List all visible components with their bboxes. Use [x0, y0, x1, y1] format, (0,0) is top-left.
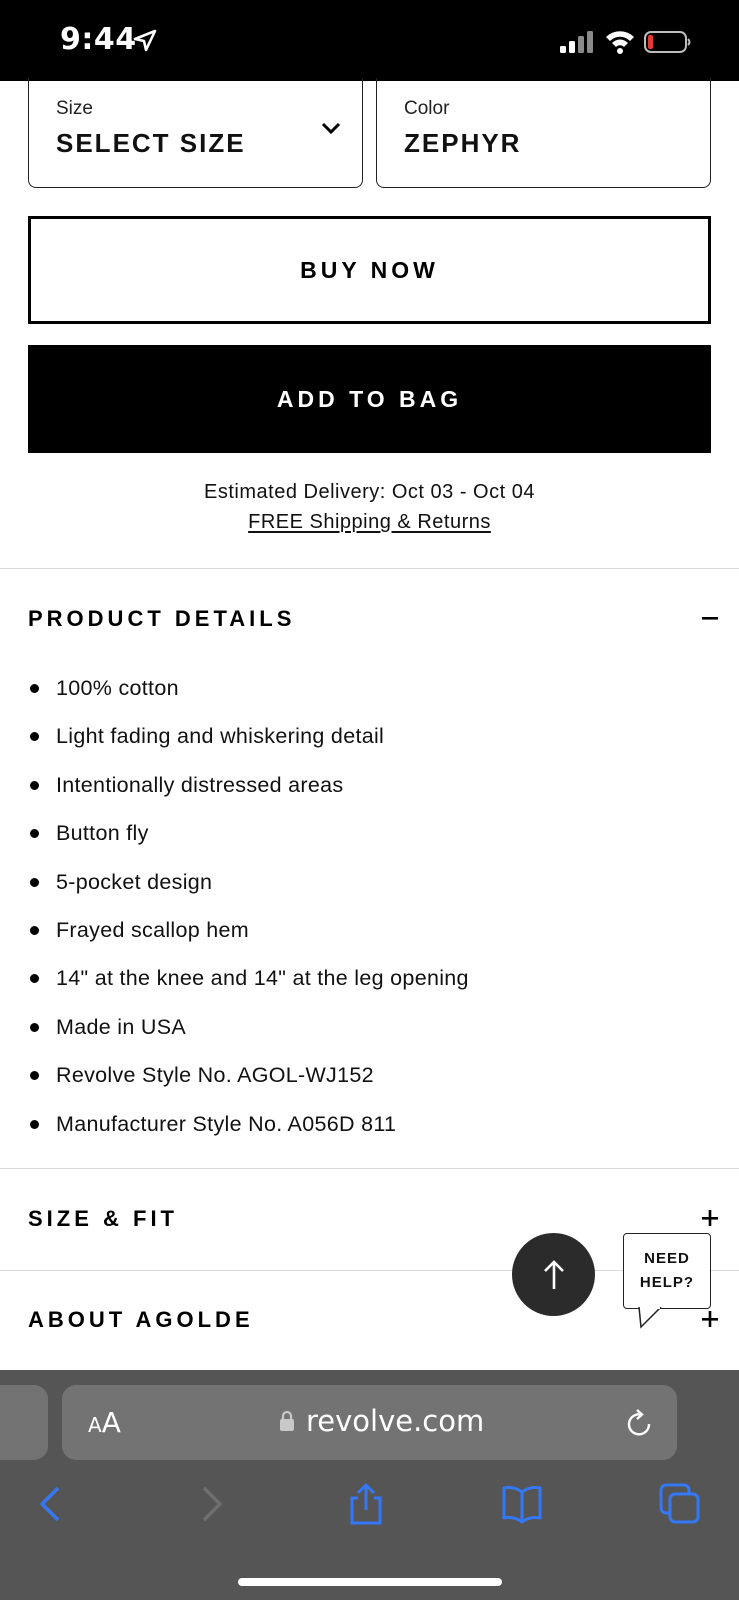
url-text[interactable]: revolve.com — [306, 1404, 484, 1438]
list-item: 14" at the knee and 14" at the leg openi… — [28, 954, 469, 1002]
speech-bubble-tail-icon — [638, 1307, 662, 1329]
product-details-list: 100% cotton Light fading and whiskering … — [28, 664, 469, 1148]
need-help-button[interactable]: NEED HELP? — [623, 1233, 711, 1309]
reload-icon[interactable] — [624, 1406, 654, 1438]
estimated-delivery-text: Estimated Delivery: Oct 03 - Oct 04 — [204, 481, 535, 503]
list-item: 5-pocket design — [28, 858, 469, 906]
product-details-header[interactable]: PRODUCT DETAILS — [28, 606, 295, 632]
list-item: Frayed scallop hem — [28, 906, 469, 954]
plus-icon[interactable] — [700, 1309, 720, 1329]
previous-tab-preview[interactable] — [0, 1385, 48, 1460]
list-item: Button fly — [28, 809, 469, 857]
scroll-to-top-button[interactable] — [512, 1233, 595, 1316]
aa-small: A — [88, 1413, 102, 1437]
plus-icon[interactable] — [700, 1208, 720, 1228]
share-icon[interactable] — [344, 1482, 388, 1526]
color-value: ZEPHYR — [404, 128, 522, 158]
cellular-signal-icon — [560, 31, 593, 53]
chevron-down-icon — [321, 122, 341, 135]
color-label: Color — [404, 98, 450, 119]
list-item: Manufacturer Style No. A056D 811 — [28, 1100, 469, 1148]
arrow-up-icon — [543, 1259, 564, 1289]
status-bar: 9:44 — [0, 0, 739, 81]
back-icon[interactable] — [30, 1482, 74, 1526]
forward-icon[interactable] — [188, 1482, 232, 1526]
size-select[interactable]: Size SELECT SIZE — [28, 78, 363, 188]
aa-large: A — [101, 1406, 121, 1439]
location-arrow-icon — [133, 29, 157, 52]
add-to-bag-button[interactable]: ADD TO BAG — [28, 345, 711, 453]
divider — [0, 1168, 739, 1169]
list-item: Light fading and whiskering detail — [28, 712, 469, 760]
reader-options-button[interactable]: AA — [88, 1406, 121, 1439]
status-time: 9:44 — [60, 22, 137, 57]
size-label: Size — [56, 98, 93, 119]
color-select[interactable]: Color ZEPHYR — [376, 78, 711, 188]
size-value: SELECT SIZE — [56, 128, 246, 158]
divider — [0, 568, 739, 569]
need-help-line2: HELP? — [639, 1274, 695, 1291]
about-brand-header[interactable]: ABOUT AGOLDE — [28, 1307, 254, 1333]
lock-icon — [280, 1410, 294, 1431]
size-fit-header[interactable]: SIZE & FIT — [28, 1206, 178, 1232]
list-item: 100% cotton — [28, 664, 469, 712]
home-indicator — [238, 1578, 502, 1586]
wifi-icon — [606, 31, 634, 54]
list-item: Revolve Style No. AGOL-WJ152 — [28, 1051, 469, 1099]
list-item: Made in USA — [28, 1003, 469, 1051]
battery-low-icon — [644, 31, 691, 53]
list-item: Intentionally distressed areas — [28, 761, 469, 809]
minus-icon[interactable] — [700, 608, 720, 628]
bookmarks-icon[interactable] — [500, 1482, 544, 1526]
buy-now-button[interactable]: BUY NOW — [28, 216, 711, 324]
free-shipping-container: FREE Shipping & Returns — [0, 511, 739, 534]
tabs-icon[interactable] — [658, 1482, 702, 1526]
need-help-line1: NEED — [644, 1250, 690, 1267]
free-shipping-link[interactable]: FREE Shipping & Returns — [248, 511, 491, 533]
